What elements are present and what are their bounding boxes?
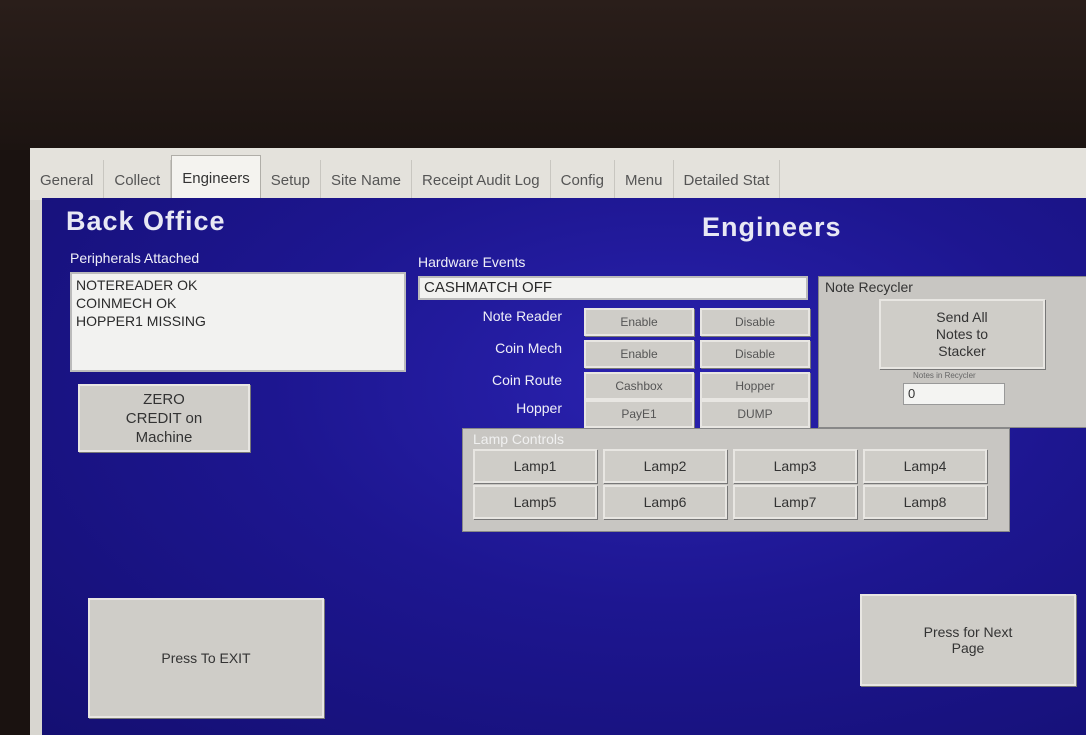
next-page-button[interactable]: Press for Next Page bbox=[860, 594, 1076, 686]
lamp6-button[interactable]: Lamp6 bbox=[603, 485, 727, 519]
notes-in-recycler-label: Notes in Recycler bbox=[913, 371, 976, 380]
coin-route-cashbox-button[interactable]: Cashbox bbox=[584, 372, 694, 400]
tab-bar: General Collect Engineers Setup Site Nam… bbox=[30, 148, 1086, 200]
coin-mech-disable-button[interactable]: Disable bbox=[700, 340, 810, 368]
zero-credit-line3: Machine bbox=[135, 428, 193, 446]
tab-setup[interactable]: Setup bbox=[261, 160, 321, 200]
coin-route-hopper-button[interactable]: Hopper bbox=[700, 372, 810, 400]
note-reader-enable-button[interactable]: Enable bbox=[584, 308, 694, 336]
peripheral-item: COINMECH OK bbox=[76, 295, 177, 311]
tab-engineers[interactable]: Engineers bbox=[171, 155, 261, 200]
coin-route-label: Coin Route bbox=[491, 372, 562, 388]
tab-menu[interactable]: Menu bbox=[615, 160, 674, 200]
lamp1-button[interactable]: Lamp1 bbox=[473, 449, 597, 483]
lamp-controls-group: Lamp Controls Lamp1 Lamp2 Lamp3 Lamp4 La… bbox=[462, 428, 1010, 532]
monitor-bezel-left bbox=[0, 150, 30, 735]
tab-receipt-audit-log[interactable]: Receipt Audit Log bbox=[412, 160, 551, 200]
note-recycler-group: Note Recycler Send All Notes to Stacker … bbox=[818, 276, 1086, 428]
hopper-label: Hopper bbox=[516, 400, 562, 416]
lamp8-button[interactable]: Lamp8 bbox=[863, 485, 987, 519]
page-title-back-office: Back Office bbox=[66, 206, 226, 236]
peripheral-item: HOPPER1 MISSING bbox=[76, 313, 206, 329]
lamp-controls-title: Lamp Controls bbox=[473, 431, 565, 447]
hopper-dump-button[interactable]: DUMP bbox=[700, 400, 810, 428]
lamp4-button[interactable]: Lamp4 bbox=[863, 449, 987, 483]
zero-credit-line1: ZERO bbox=[143, 390, 185, 408]
monitor-bezel bbox=[0, 0, 1086, 150]
hopper-pay-button[interactable]: PayE1 bbox=[584, 400, 694, 428]
peripherals-label: Peripherals Attached bbox=[70, 250, 200, 266]
tab-config[interactable]: Config bbox=[551, 160, 615, 200]
page-title-engineers: Engineers bbox=[702, 212, 842, 242]
send-all-line2: Notes to bbox=[935, 325, 989, 342]
exit-button[interactable]: Press To EXIT bbox=[88, 598, 324, 718]
tab-collect[interactable]: Collect bbox=[104, 160, 172, 200]
engineers-panel: Back Office Engineers Peripherals Attach… bbox=[42, 198, 1086, 735]
coin-mech-label: Coin Mech bbox=[495, 340, 562, 356]
tab-detailed-stats[interactable]: Detailed Stat bbox=[674, 160, 781, 200]
back-office-screen: General Collect Engineers Setup Site Nam… bbox=[30, 148, 1086, 735]
peripherals-list[interactable]: NOTEREADER OK COINMECH OK HOPPER1 MISSIN… bbox=[70, 272, 406, 372]
notes-in-recycler-field[interactable]: 0 bbox=[903, 383, 1005, 405]
send-all-line3: Stacker bbox=[938, 342, 986, 359]
send-all-line1: Send All bbox=[936, 308, 988, 325]
note-recycler-title: Note Recycler bbox=[825, 279, 913, 295]
hardware-events-label: Hardware Events bbox=[418, 254, 526, 270]
note-reader-disable-button[interactable]: Disable bbox=[700, 308, 810, 336]
tab-general[interactable]: General bbox=[30, 160, 105, 200]
note-reader-label: Note Reader bbox=[482, 308, 562, 324]
lamp2-button[interactable]: Lamp2 bbox=[603, 449, 727, 483]
next-page-line1: Press for Next bbox=[923, 624, 1013, 640]
coin-mech-enable-button[interactable]: Enable bbox=[584, 340, 694, 368]
hardware-events-field[interactable]: CASHMATCH OFF bbox=[418, 276, 808, 300]
lamp7-button[interactable]: Lamp7 bbox=[733, 485, 857, 519]
tab-site-name[interactable]: Site Name bbox=[321, 160, 413, 200]
zero-credit-line2: CREDIT on bbox=[125, 409, 203, 427]
next-page-line2: Page bbox=[951, 640, 985, 656]
peripheral-item: NOTEREADER OK bbox=[76, 277, 198, 293]
send-all-notes-button[interactable]: Send All Notes to Stacker bbox=[879, 299, 1045, 369]
lamp5-button[interactable]: Lamp5 bbox=[473, 485, 597, 519]
lamp3-button[interactable]: Lamp3 bbox=[733, 449, 857, 483]
zero-credit-button[interactable]: ZERO CREDIT on Machine bbox=[78, 384, 250, 452]
